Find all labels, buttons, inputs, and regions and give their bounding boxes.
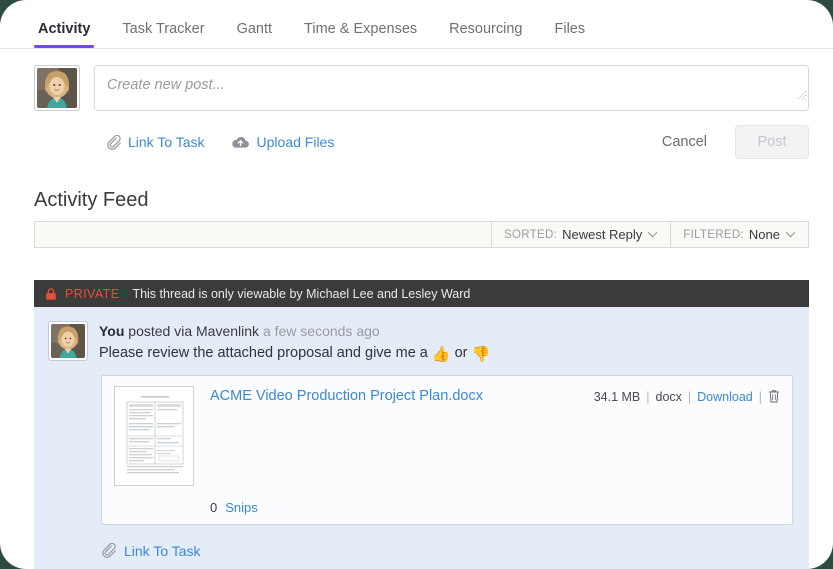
sort-label: SORTED:	[504, 228, 558, 241]
filter-value: None	[748, 227, 780, 242]
snips-link[interactable]: Snips	[225, 500, 258, 515]
paperclip-icon	[102, 543, 116, 559]
composer-link-to-task-label: Link To Task	[128, 134, 205, 150]
activity-page: Activity Task Tracker Gantt Time & Expen…	[0, 0, 833, 569]
attachment-type: docx	[655, 390, 682, 405]
delete-attachment-button[interactable]	[768, 389, 780, 406]
trash-icon	[769, 389, 779, 403]
post-content: You posted via Mavenlink a few seconds a…	[99, 321, 490, 363]
post-text-middle: or	[450, 344, 472, 361]
post-link-to-task-label: Link To Task	[124, 542, 201, 559]
private-label: PRIVATE	[65, 286, 120, 301]
sort-control[interactable]: SORTED: Newest Reply	[491, 222, 670, 247]
separator: |	[758, 390, 762, 405]
cancel-button[interactable]: Cancel	[648, 127, 721, 157]
chevron-down-icon	[648, 231, 658, 238]
composer-actions: Link To Task Upload Files Cancel Post	[94, 125, 809, 159]
private-note: This thread is only viewable by Michael …	[132, 286, 471, 301]
feed-toolbar: SORTED: Newest Reply FILTERED: None	[34, 221, 809, 248]
separator: |	[646, 390, 650, 405]
filter-label: FILTERED:	[683, 228, 744, 241]
composer-upload-files-button[interactable]: Upload Files	[231, 134, 335, 150]
document-preview-image	[121, 391, 189, 480]
tab-files[interactable]: Files	[538, 21, 601, 49]
attachment-card: ACME Video Production Project Plan.docx …	[101, 374, 793, 525]
post-meta-line: You posted via Mavenlink a few seconds a…	[99, 321, 490, 343]
attachment-top-row: ACME Video Production Project Plan.docx …	[102, 376, 792, 486]
composer-upload-files-label: Upload Files	[256, 134, 335, 150]
download-link[interactable]: Download	[697, 390, 753, 404]
paperclip-icon	[107, 134, 121, 150]
attachment-size: 34.1 MB	[593, 390, 641, 405]
filter-control[interactable]: FILTERED: None	[670, 222, 808, 247]
document-thumbnail[interactable]	[114, 385, 194, 486]
attachment-file-name[interactable]: ACME Video Production Project Plan.docx	[210, 386, 578, 404]
thread-post: You posted via Mavenlink a few seconds a…	[34, 307, 809, 569]
post-timestamp: a few seconds ago	[262, 323, 380, 339]
attachment-info: 34.1 MB | docx | Download |	[594, 386, 780, 406]
thumbs-up-icon: 👍	[431, 345, 451, 363]
avatar-image	[37, 68, 77, 108]
post-header: You posted via Mavenlink a few seconds a…	[48, 321, 793, 363]
chevron-down-icon	[785, 231, 796, 238]
composer-link-to-task-button[interactable]: Link To Task	[106, 134, 205, 150]
sort-value: Newest Reply	[562, 227, 643, 242]
private-thread-banner: PRIVATE This thread is only viewable by …	[34, 280, 809, 307]
separator: |	[687, 390, 692, 405]
activity-feed-title: Activity Feed	[34, 189, 149, 211]
tab-time-and-expenses[interactable]: Time & Expenses	[288, 21, 433, 49]
activity-thread: PRIVATE This thread is only viewable by …	[34, 280, 809, 569]
avatar-image	[51, 324, 85, 358]
tab-resourcing[interactable]: Resourcing	[433, 21, 538, 49]
post-author-name: You	[99, 323, 125, 339]
thumbs-down-icon: 👎	[471, 345, 491, 363]
current-user-avatar	[34, 65, 80, 111]
post-button[interactable]: Post	[735, 125, 809, 159]
post-composer: Link To Task Upload Files Cancel Post	[0, 49, 833, 159]
tab-task-tracker[interactable]: Task Tracker	[106, 21, 220, 49]
post-text-before: Please review the attached proposal and …	[99, 344, 432, 361]
post-author-avatar	[48, 321, 88, 361]
create-post-input[interactable]	[94, 65, 809, 111]
post-via: posted via Mavenlink	[124, 323, 263, 339]
snips-row: 0 Snips	[102, 486, 792, 524]
post-link-to-task-button[interactable]: Link To Task	[101, 543, 201, 559]
main-tab-bar: Activity Task Tracker Gantt Time & Expen…	[0, 0, 833, 49]
post-text: Please review the attached proposal and …	[99, 345, 490, 363]
tab-activity[interactable]: Activity	[22, 21, 106, 49]
post-footer: Link To Task Reply	[48, 525, 793, 569]
cloud-upload-icon	[231, 136, 249, 148]
lock-icon	[46, 287, 56, 300]
tab-gantt[interactable]: Gantt	[221, 21, 288, 49]
snips-count: 0	[210, 499, 218, 515]
composer-right: Link To Task Upload Files Cancel Post	[94, 65, 809, 159]
